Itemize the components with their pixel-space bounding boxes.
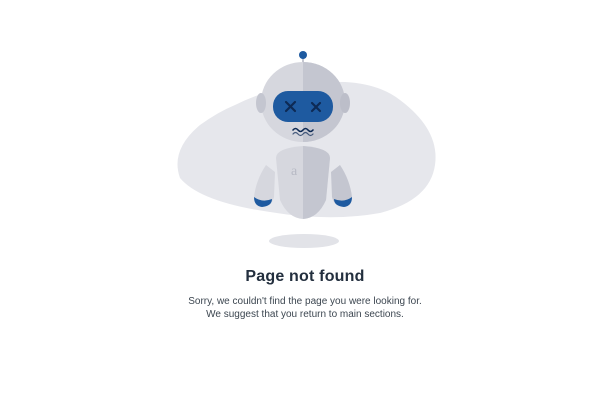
broken-robot-illustration: a (177, 51, 436, 248)
error-message: Sorry, we couldn't find the page you wer… (0, 296, 610, 321)
page-title: Page not found (245, 268, 365, 285)
error-message-line-1: Sorry, we couldn't find the page you wer… (188, 296, 422, 307)
error-message-line-2: We suggest that you return to main secti… (206, 308, 404, 320)
chest-letter: a (291, 164, 298, 179)
antenna-ball (299, 51, 307, 59)
robot-visor (273, 91, 333, 122)
robot-shadow (269, 234, 339, 248)
not-found-page: a Page not found Sorry, we couldn't find… (0, 0, 610, 409)
